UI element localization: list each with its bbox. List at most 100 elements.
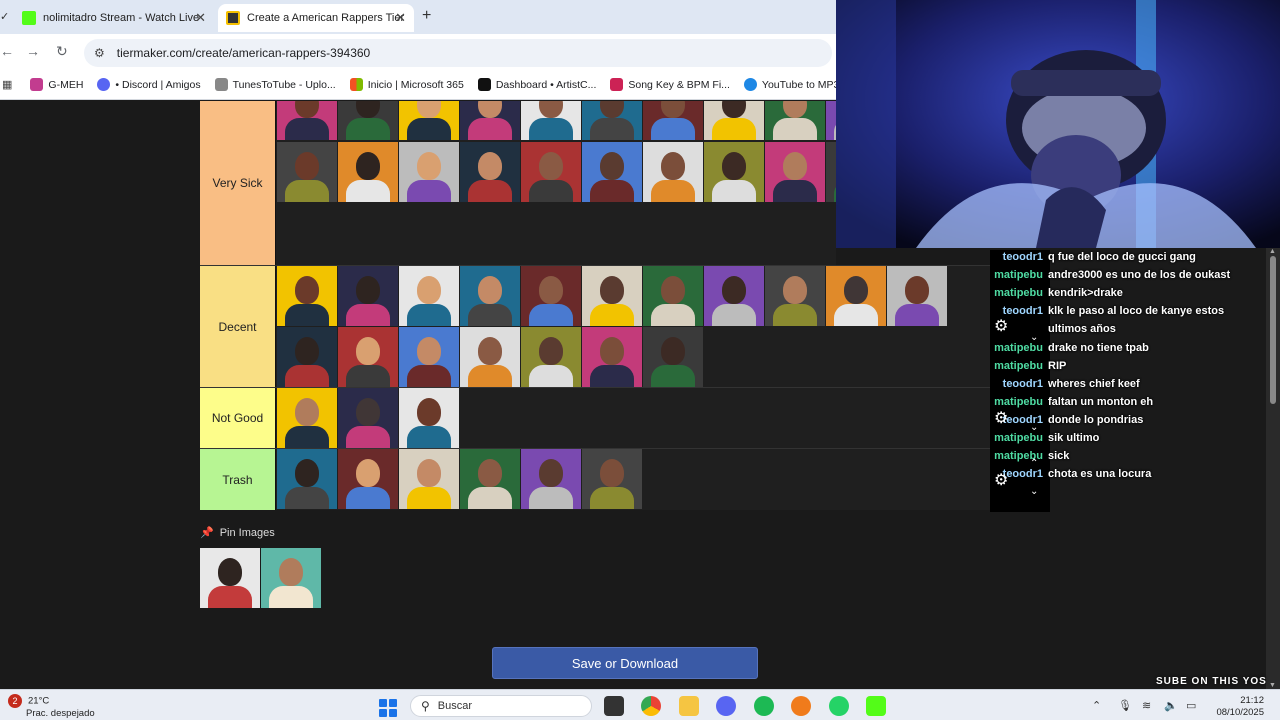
scrollbar-thumb[interactable] [1270,256,1276,404]
reload-icon[interactable]: ↻ [56,43,68,60]
tier-item-image[interactable] [521,327,581,387]
tier-item-image[interactable] [399,101,459,140]
tier-item-image[interactable] [521,266,581,326]
chat-message: matipebu sik ultimo [990,432,1099,450]
tier-item-image[interactable] [582,142,642,202]
tier-item-image[interactable] [277,266,337,326]
apps-grid-icon[interactable]: ▦ [2,78,12,91]
tier-item-image[interactable] [399,266,459,326]
windows-start-icon[interactable] [379,699,397,717]
chrome-icon[interactable] [641,696,661,716]
discord-icon[interactable] [716,696,736,716]
tab-stream[interactable]: nolimitadro Stream - Watch Live ✕ [14,4,214,32]
pinned-image[interactable] [261,548,321,608]
page-scrollbar[interactable]: ▲ ▼ [1266,248,1280,689]
tier-item-image[interactable] [277,101,337,140]
tier-item-image[interactable] [582,327,642,387]
tier-item-image[interactable] [521,449,581,509]
forward-icon[interactable]: → [26,43,40,59]
tier-item-image[interactable] [521,101,581,140]
back-icon[interactable]: ← [0,43,14,59]
chat-username: matipebu [994,359,1043,372]
taskbar-search[interactable]: ⚲ Buscar [410,695,592,717]
tier-item-image[interactable] [399,449,459,509]
chevron-up-icon[interactable]: ⌃ [1092,699,1101,712]
bookmark-item[interactable]: TunesToTube - Uplo... [214,78,336,91]
chevron-down-icon: ⌄ [1030,332,1039,343]
tier-item-image[interactable] [460,449,520,509]
tier-item-image[interactable] [277,449,337,509]
tier-item-image[interactable] [277,142,337,202]
close-icon[interactable]: ✕ [395,10,406,26]
tier-item-image[interactable] [582,449,642,509]
tier-item-image[interactable] [277,327,337,387]
tier-item-image[interactable] [704,266,764,326]
tier-item-image[interactable] [643,101,703,140]
tier-item-image[interactable] [704,101,764,140]
tier-item-image[interactable] [765,101,825,140]
tier-label[interactable]: Decent [200,266,276,387]
clock[interactable]: 21:12 08/10/2025 [1206,695,1264,719]
tier-item-image[interactable] [704,142,764,202]
tier-item-image[interactable] [399,327,459,387]
weather-widget[interactable]: 2 21°C Prac. despejado [8,694,95,720]
tier-item-image[interactable] [765,142,825,202]
tier-item-image[interactable] [338,266,398,326]
tier-item-image[interactable] [399,142,459,202]
microphone-icon[interactable]: 🎙 [1118,699,1132,712]
chat-overlay: teoodr1 q fue del loco de gucci gang matip… [990,250,1266,512]
tab-search-icon[interactable]: ✓ [0,10,9,23]
file-explorer-icon[interactable] [679,696,699,716]
chat-message: matipebu kendrik>drake [990,287,1123,305]
tier-item-image[interactable] [643,142,703,202]
battery-icon[interactable]: ▭ [1186,699,1196,712]
date: 08/10/2025 [1216,707,1264,718]
tier-item-image[interactable] [460,142,520,202]
bookmark-item[interactable]: G-MEH [30,78,83,91]
tier-label[interactable]: Trash [200,449,276,510]
task-view-icon[interactable] [604,696,624,716]
tier-item-image[interactable] [460,101,520,140]
tier-item-image[interactable] [765,266,825,326]
bookmark-item[interactable]: Dashboard • ArtistC... [477,78,596,91]
tier-item-image[interactable] [582,266,642,326]
volume-icon[interactable]: 🔈 [1164,699,1178,712]
tier-item-image[interactable] [338,142,398,202]
tier-label[interactable]: Very Sick [200,101,276,265]
tier-item-image[interactable] [277,388,337,448]
scroll-up-icon[interactable]: ▲ [1269,248,1276,255]
tier-item-image[interactable] [460,327,520,387]
wifi-icon[interactable]: ≋ [1142,699,1151,712]
tier-item-image[interactable] [887,266,947,326]
url-text: tiermaker.com/create/american-rappers-39… [116,46,371,60]
new-tab-icon[interactable]: + [422,7,431,25]
search-icon: ⚲ [421,699,430,713]
save-download-button[interactable]: Save or Download [492,647,758,679]
pinned-image[interactable] [200,548,260,608]
scroll-down-icon[interactable]: ▼ [1269,682,1276,689]
fl-studio-icon[interactable] [791,696,811,716]
tier-item-image[interactable] [338,101,398,140]
bookmark-item[interactable]: • Discord | Amigos [97,78,201,91]
spotify-icon[interactable] [754,696,774,716]
tier-item-image[interactable] [460,266,520,326]
tier-label[interactable]: Not Good [200,388,276,448]
tier-item-image[interactable] [643,266,703,326]
tier-item-image[interactable] [399,388,459,448]
address-bar[interactable]: ⚙ tiermaker.com/create/american-rappers-… [84,39,832,67]
tier-item-image[interactable] [582,101,642,140]
tier-item-image[interactable] [338,449,398,509]
tier-item-image[interactable] [521,142,581,202]
bookmark-item[interactable]: YouTube to MP3 Co... [743,78,838,91]
tier-item-image[interactable] [826,266,886,326]
bookmark-item[interactable]: Inicio | Microsoft 365 [349,78,464,91]
kick-app-icon[interactable] [866,696,886,716]
tier-item-image[interactable] [338,388,398,448]
whatsapp-icon[interactable] [829,696,849,716]
site-info-icon[interactable]: ⚙ [94,46,105,60]
tab-tiermaker[interactable]: Create a American Rappers Tier ✕ [218,4,414,32]
tier-item-image[interactable] [643,327,703,387]
bookmark-item[interactable]: Song Key & BPM Fi... [610,78,730,91]
tier-item-image[interactable] [338,327,398,387]
close-icon[interactable]: ✕ [195,10,206,26]
